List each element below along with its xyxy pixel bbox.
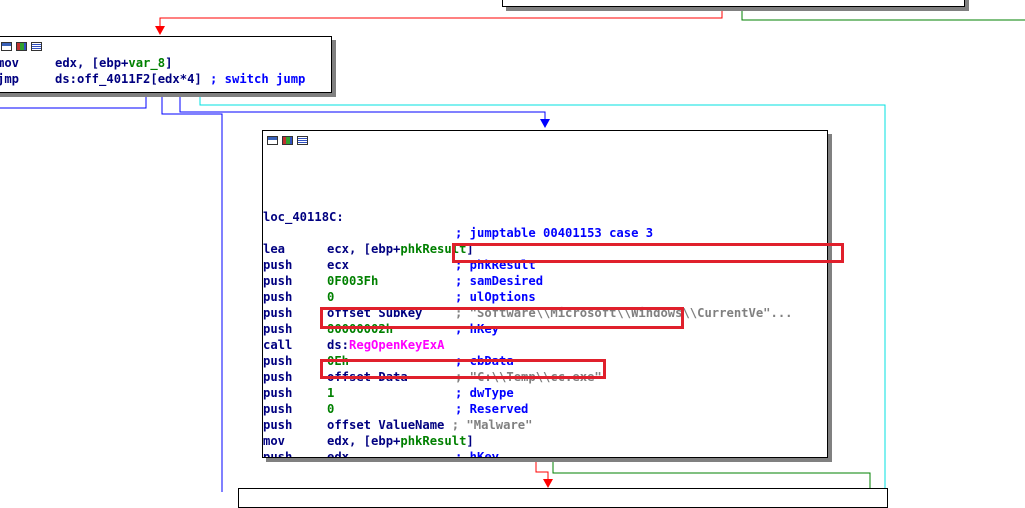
code-line[interactable]: push 1 ; dwType [263, 385, 827, 401]
location-label[interactable]: loc_40118C: [263, 209, 344, 225]
mnemonic: push [263, 306, 293, 320]
operands: edx, [ebp+phkResult] [327, 433, 474, 449]
operand-part: ; "Malware" [444, 418, 533, 432]
mnemonic: push [263, 290, 293, 304]
arrow-blue-case3 [540, 119, 550, 128]
node-toolbar [0, 37, 331, 55]
mnemonic: push [263, 402, 293, 416]
node-color-icon[interactable] [16, 41, 27, 51]
operand-part: edx [327, 450, 350, 458]
line-comment: ; switch jump [210, 72, 306, 86]
mnemonic: call [263, 338, 293, 352]
operand-part: 1 [327, 386, 335, 400]
code-line[interactable]: push 0F003Fh ; samDesired [263, 273, 827, 289]
code-line[interactable]: mov edx, [ebp+phkResult] [263, 433, 827, 449]
operand-part[interactable]: phkResult [400, 434, 466, 448]
edge-blue-down-1 [161, 94, 223, 492]
code-line[interactable]: push offset ValueName ; "Malware" [263, 417, 827, 433]
code-line[interactable]: call ds:RegOpenKeyExA [263, 337, 827, 353]
edge-red-bottom [535, 458, 549, 480]
graph-node-switch[interactable]: movedx, [ebp+var_8]jmpds:off_4011F2[edx*… [0, 36, 332, 93]
node-toolbar [263, 131, 827, 149]
mnemonic: push [263, 274, 293, 288]
highlight-data [320, 307, 684, 329]
operand-part: 0 [327, 402, 335, 416]
code-line[interactable]: push edx ; hKey [263, 449, 827, 458]
line-comment: ; dwType [455, 386, 514, 400]
mnemonic: push [263, 322, 293, 336]
mnemonic: mov [263, 434, 286, 448]
code-line[interactable]: push 0 ; Reserved [263, 401, 827, 417]
operand-part: ecx, [ebp+ [327, 242, 401, 256]
mnemonic: push [263, 370, 293, 384]
line-comment: ; ulOptions [455, 290, 536, 304]
edge-blue-left [0, 94, 147, 109]
graph-overview-icon[interactable] [267, 135, 278, 145]
line-comment: ; samDesired [455, 274, 544, 288]
operand-part: edx, [ebp+ [327, 434, 401, 448]
mnemonic: push [263, 354, 293, 368]
operands: ecx [327, 257, 349, 273]
operand-part: ds:off_4011F2[edx*4] [55, 72, 202, 86]
arrow-red-bottom [543, 479, 553, 488]
operand-part[interactable]: var_8 [128, 56, 165, 70]
operand-part: offset ValueName [327, 418, 445, 432]
mnemonic: mov [0, 56, 20, 70]
line-comment: ; hKey [455, 450, 500, 458]
mnemonic: jmp [0, 72, 20, 86]
operands: 0F003Fh [327, 273, 378, 289]
label-comment: ; jumptable 00401153 case 3 [455, 226, 654, 240]
operands: ds:off_4011F2[edx*4] [55, 71, 202, 87]
node-color-icon[interactable] [282, 135, 293, 145]
line-comment: ; Reserved [455, 402, 529, 416]
operands: 1 [327, 385, 334, 401]
mnemonic: push [263, 450, 293, 458]
code-line[interactable]: jmp ds:off_4011F2[edx*4] ; switch jump [0, 71, 331, 87]
mnemonic: push [263, 386, 293, 400]
operands: 0 [327, 289, 334, 305]
mnemonic: push [263, 258, 293, 272]
operand-part: 0F003Fh [327, 274, 379, 288]
operands: edx, [ebp+var_8] [55, 55, 172, 71]
operand-part: 0 [327, 290, 335, 304]
graph-overview-icon[interactable] [1, 41, 12, 51]
arrow-red-top [155, 26, 165, 35]
operand-part: ecx [327, 258, 350, 272]
operand-part: ] [466, 434, 474, 448]
operand-part[interactable]: RegOpenKeyExA [349, 338, 444, 352]
edge-green-bottom [552, 458, 871, 492]
code-line-label[interactable]: loc_40118C: ; jumptable 00401153 case 3 [263, 193, 827, 240]
operand-part: ] [165, 56, 173, 70]
graph-node-top-partial[interactable] [502, 0, 965, 7]
edge-blue-case3 [179, 94, 546, 120]
operands: edx [327, 449, 350, 458]
highlight-subkey [452, 243, 844, 263]
operands: 0 [327, 401, 334, 417]
code-line[interactable]: push 0 ; ulOptions [263, 289, 827, 305]
operand-part: ds: [327, 338, 350, 352]
text-view-icon[interactable] [297, 135, 308, 145]
graph-node-bottom-partial[interactable] [238, 488, 888, 508]
graph-node-case3[interactable]: loc_40118C: ; jumptable 00401153 case 3 … [262, 130, 828, 458]
highlight-valuename [320, 359, 606, 379]
operands: offset ValueName ; "Malware" [327, 417, 532, 433]
code-line[interactable]: mov edx, [ebp+var_8] [0, 55, 331, 71]
disassembly-listing: movedx, [ebp+var_8]jmpds:off_4011F2[edx*… [0, 55, 331, 87]
operand-part: edx, [ebp+ [55, 56, 129, 70]
mnemonic: push [263, 418, 293, 432]
mnemonic: lea [263, 242, 286, 256]
operands: ds:RegOpenKeyExA [327, 337, 444, 353]
text-view-icon[interactable] [31, 41, 42, 51]
